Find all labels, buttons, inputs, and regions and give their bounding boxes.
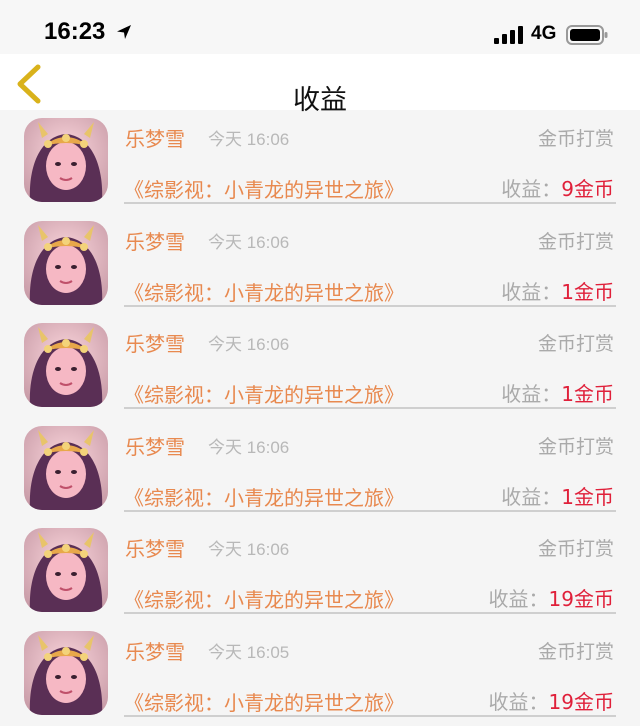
book-title[interactable]: 《综影视：小青龙的异世之旅》 <box>124 174 404 203</box>
earnings-label: 收益 <box>501 484 542 509</box>
book-title[interactable]: 《综影视：小青龙的异世之旅》 <box>124 687 404 716</box>
earnings-value: 收益：9金币 <box>501 173 614 202</box>
divider <box>124 202 616 204</box>
earnings-colon: ： <box>541 279 562 304</box>
transaction-type: 金币打赏 <box>537 640 614 663</box>
earnings-value: 收益：1金币 <box>501 481 614 510</box>
earnings-label: 收益 <box>488 689 529 714</box>
book-title[interactable]: 《综影视：小青龙的异世之旅》 <box>124 379 404 408</box>
status-bar: 16:23 4G <box>0 0 640 54</box>
sender-name: 乐梦雪 <box>125 434 185 459</box>
timestamp: 今天 16:06 <box>208 232 290 252</box>
transaction-type: 金币打赏 <box>537 333 614 356</box>
earnings-label: 收益 <box>488 587 529 612</box>
timestamp: 今天 16:06 <box>208 130 290 149</box>
earnings-colon: ： <box>541 177 562 201</box>
earnings-value: 收益：1金币 <box>501 276 614 305</box>
avatar[interactable] <box>24 220 108 305</box>
battery-icon <box>566 25 608 45</box>
earnings-row[interactable]: 乐梦雪 今天 16:06 金币打赏 《综影视：小青龙的异世之旅》 收益：1金币 <box>0 213 640 316</box>
timestamp: 今天 16:06 <box>208 540 290 560</box>
earnings-label: 收益 <box>501 279 542 304</box>
book-title[interactable]: 《综影视：小青龙的异世之旅》 <box>124 277 404 306</box>
earnings-row[interactable]: 乐梦雪 今天 16:06 金币打赏 《综影视：小青龙的异世之旅》 收益：1金币 <box>0 315 640 418</box>
divider <box>124 612 616 615</box>
navigation-bar: 收益 <box>0 54 640 116</box>
earnings-colon: ： <box>541 484 562 509</box>
timestamp: 今天 16:05 <box>208 642 290 662</box>
earnings-value: 收益：1金币 <box>501 378 614 407</box>
earnings-amount: 9金币 <box>561 177 614 201</box>
earnings-value: 收益：19金币 <box>489 583 614 612</box>
transaction-type: 金币打赏 <box>537 435 614 458</box>
transaction-type: 金币打赏 <box>537 230 614 253</box>
earnings-amount: 1金币 <box>561 484 614 509</box>
book-title[interactable]: 《综影视：小青龙的异世之旅》 <box>124 584 404 613</box>
earnings-label: 收益 <box>501 177 542 201</box>
timestamp: 今天 16:06 <box>208 335 290 355</box>
avatar[interactable] <box>24 118 108 202</box>
avatar[interactable] <box>24 528 108 613</box>
earnings-colon: ： <box>528 689 549 714</box>
earnings-amount: 19金币 <box>548 587 614 612</box>
sender-name: 乐梦雪 <box>125 639 185 664</box>
cellular-signal-icon <box>494 26 523 44</box>
sender-name: 乐梦雪 <box>125 332 185 357</box>
divider <box>124 714 616 717</box>
divider <box>124 509 616 512</box>
book-title[interactable]: 《综影视：小青龙的异世之旅》 <box>124 482 404 511</box>
avatar[interactable] <box>24 630 108 715</box>
earnings-amount: 19金币 <box>548 689 614 714</box>
earnings-list: 乐梦雪 今天 16:06 金币打赏 《综影视：小青龙的异世之旅》 收益：9金币 <box>0 110 640 726</box>
timestamp: 今天 16:06 <box>208 437 290 457</box>
earnings-value: 收益：19金币 <box>489 686 614 715</box>
sender-name: 乐梦雪 <box>125 127 185 151</box>
sender-name: 乐梦雪 <box>125 537 185 562</box>
sender-name: 乐梦雪 <box>125 229 185 254</box>
earnings-amount: 1金币 <box>561 382 614 407</box>
earnings-row[interactable]: 乐梦雪 今天 16:06 金币打赏 《综影视：小青龙的异世之旅》 收益：1金币 <box>0 418 640 521</box>
earnings-colon: ： <box>528 587 549 612</box>
transaction-type: 金币打赏 <box>537 538 614 561</box>
avatar[interactable] <box>24 323 108 408</box>
network-type: 4G <box>531 23 557 44</box>
earnings-colon: ： <box>541 382 562 407</box>
earnings-row[interactable]: 乐梦雪 今天 16:06 金币打赏 《综影视：小青龙的异世之旅》 收益：19金币 <box>0 520 640 623</box>
earnings-row[interactable]: 乐梦雪 今天 16:05 金币打赏 《综影视：小青龙的异世之旅》 收益：19金币 <box>0 623 640 726</box>
earnings-label: 收益 <box>501 382 542 407</box>
earnings-amount: 1金币 <box>561 279 614 304</box>
location-arrow-icon <box>117 25 131 39</box>
status-time: 16:23 <box>44 18 106 45</box>
divider <box>124 407 616 410</box>
transaction-type: 金币打赏 <box>537 128 614 150</box>
avatar[interactable] <box>24 425 108 510</box>
divider <box>124 304 616 307</box>
earnings-row[interactable]: 乐梦雪 今天 16:06 金币打赏 《综影视：小青龙的异世之旅》 收益：9金币 <box>0 110 640 213</box>
